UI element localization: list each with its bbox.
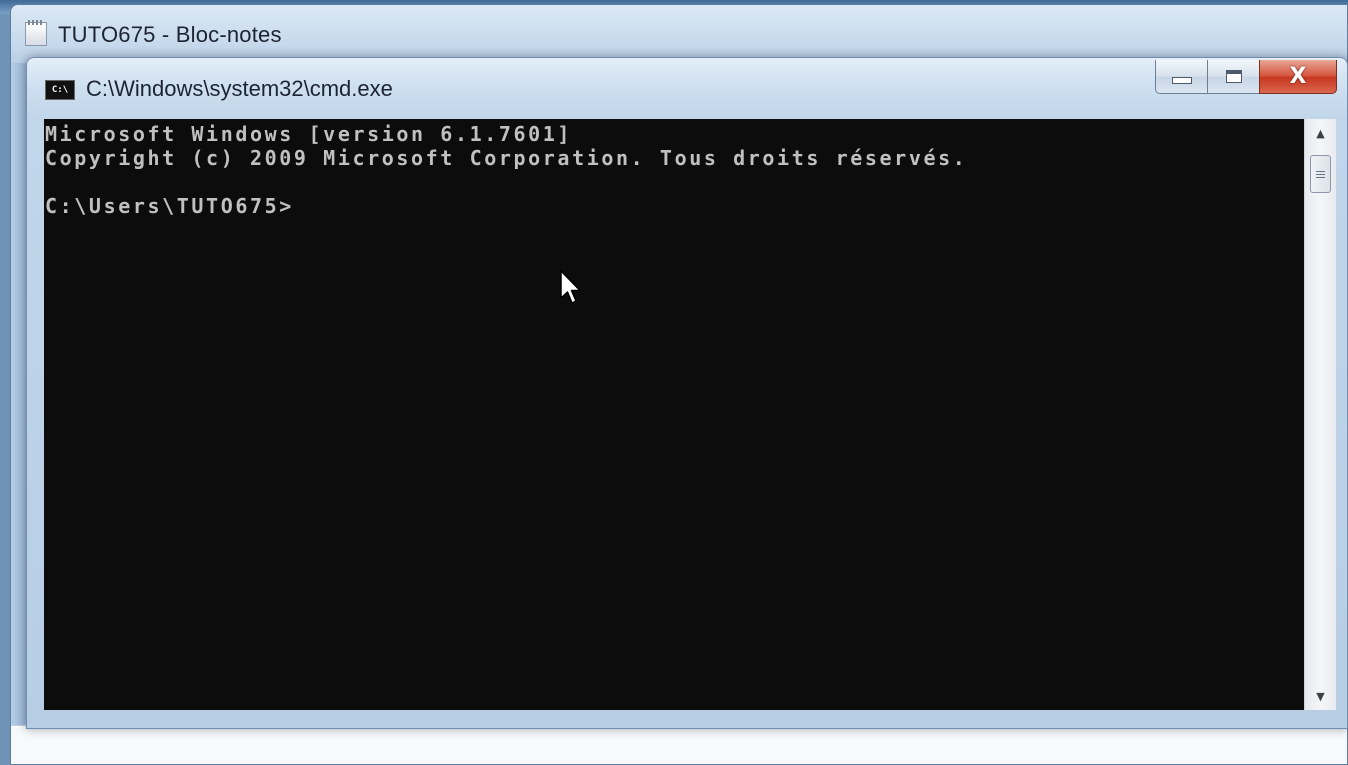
cmd-window-title: C:\Windows\system32\cmd.exe [86,76,393,101]
minimize-button[interactable] [1155,60,1207,94]
grip-line [1316,170,1325,172]
notepad-icon [25,20,47,46]
maximize-button[interactable] [1207,60,1259,94]
console-line-version: Microsoft Windows [version 6.1.7601] [45,122,573,146]
close-button[interactable]: X [1259,60,1337,94]
notepad-window-frame [11,63,27,726]
close-icon: X [1289,64,1307,89]
scrollbar-thumb[interactable] [1310,155,1331,193]
scroll-up-arrow-icon[interactable]: ▲ [1305,119,1336,147]
grip-line [1316,173,1325,175]
notepad-window-title: TUTO675 - Bloc-notes [58,22,282,47]
scroll-down-arrow-icon[interactable]: ▼ [1305,682,1336,710]
cmd-window[interactable]: C:\ C:\Windows\system32\cmd.exe X Micros… [26,57,1348,729]
maximize-icon [1225,70,1242,83]
console-line-copyright: Copyright (c) 2009 Microsoft Corporation… [45,146,968,170]
grip-line [1316,176,1325,178]
console-prompt[interactable]: C:\Users\TUTO675> [45,194,1304,218]
console-output[interactable]: Microsoft Windows [version 6.1.7601] Cop… [44,119,1304,710]
cmd-icon: C:\ [45,80,75,100]
vertical-scrollbar[interactable]: ▲ ▼ [1304,119,1336,710]
mouse-cursor-icon [560,270,581,304]
notepad-text-area[interactable] [11,725,1347,764]
caption-buttons: X [1155,60,1337,96]
minimize-icon [1171,77,1192,84]
